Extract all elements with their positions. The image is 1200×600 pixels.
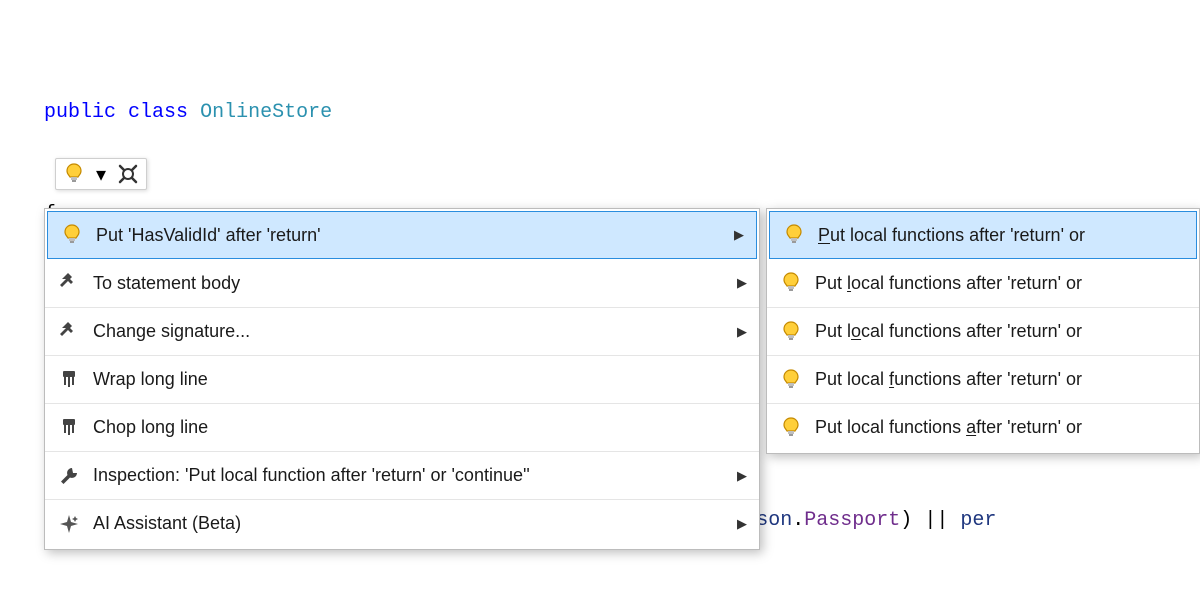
menu-item[interactable]: Put 'HasValidId' after 'return'▶ xyxy=(47,211,757,259)
bulb-icon xyxy=(777,272,805,294)
magnifier-icon xyxy=(114,164,142,184)
lightbulb-icon xyxy=(60,163,88,185)
submenu-item-label: Put local functions after 'return' or xyxy=(805,273,1187,294)
bulb-icon xyxy=(777,369,805,391)
bulb-icon xyxy=(777,321,805,343)
sparkle-icon xyxy=(55,514,83,534)
submenu-arrow-icon: ▶ xyxy=(733,324,747,340)
quick-actions-submenu: Put local functions after 'return' or Pu… xyxy=(766,208,1200,454)
submenu-item[interactable]: Put local functions after 'return' or xyxy=(767,259,1199,307)
quick-actions-menu: Put 'HasValidId' after 'return'▶ To stat… xyxy=(44,208,760,550)
submenu-item-label: Put local functions after 'return' or xyxy=(808,225,1184,246)
menu-item-label: Inspection: 'Put local function after 'r… xyxy=(83,465,733,486)
hammer-icon xyxy=(55,273,83,293)
caret-down-icon: ▾ xyxy=(96,162,106,188)
menu-item-label: AI Assistant (Beta) xyxy=(83,513,733,534)
menu-item-label: Chop long line xyxy=(83,417,733,438)
menu-item-label: Wrap long line xyxy=(83,369,733,390)
submenu-item-label: Put local functions after 'return' or xyxy=(805,321,1187,342)
submenu-arrow-icon: ▶ xyxy=(733,275,747,291)
submenu-item[interactable]: Put local functions after 'return' or xyxy=(767,403,1199,451)
menu-item-label: To statement body xyxy=(83,273,733,294)
bulb-icon xyxy=(780,224,808,246)
lightbulb-gutter[interactable]: ▾ xyxy=(55,158,147,190)
submenu-item[interactable]: Put local functions after 'return' or xyxy=(767,307,1199,355)
bulb-icon xyxy=(777,417,805,439)
menu-item[interactable]: Chop long line xyxy=(45,403,759,451)
menu-item-label: Put 'HasValidId' after 'return' xyxy=(86,225,730,246)
wrench-icon xyxy=(55,466,83,486)
submenu-item[interactable]: Put local functions after 'return' or xyxy=(767,355,1199,403)
submenu-arrow-icon: ▶ xyxy=(733,516,747,532)
submenu-item-label: Put local functions after 'return' or xyxy=(805,369,1187,390)
submenu-item[interactable]: Put local functions after 'return' or xyxy=(769,211,1197,259)
menu-item[interactable]: Change signature...▶ xyxy=(45,307,759,355)
brush-icon xyxy=(55,369,83,391)
menu-item[interactable]: AI Assistant (Beta)▶ xyxy=(45,499,759,547)
submenu-arrow-icon: ▶ xyxy=(733,468,747,484)
submenu-arrow-icon: ▶ xyxy=(730,227,744,243)
brush-icon xyxy=(55,417,83,439)
menu-item-label: Change signature... xyxy=(83,321,733,342)
menu-item[interactable]: To statement body▶ xyxy=(45,259,759,307)
menu-item[interactable]: Wrap long line xyxy=(45,355,759,403)
submenu-item-label: Put local functions after 'return' or xyxy=(805,417,1187,438)
bulb-icon xyxy=(58,224,86,246)
hammer-icon xyxy=(55,322,83,342)
menu-item[interactable]: Inspection: 'Put local function after 'r… xyxy=(45,451,759,499)
